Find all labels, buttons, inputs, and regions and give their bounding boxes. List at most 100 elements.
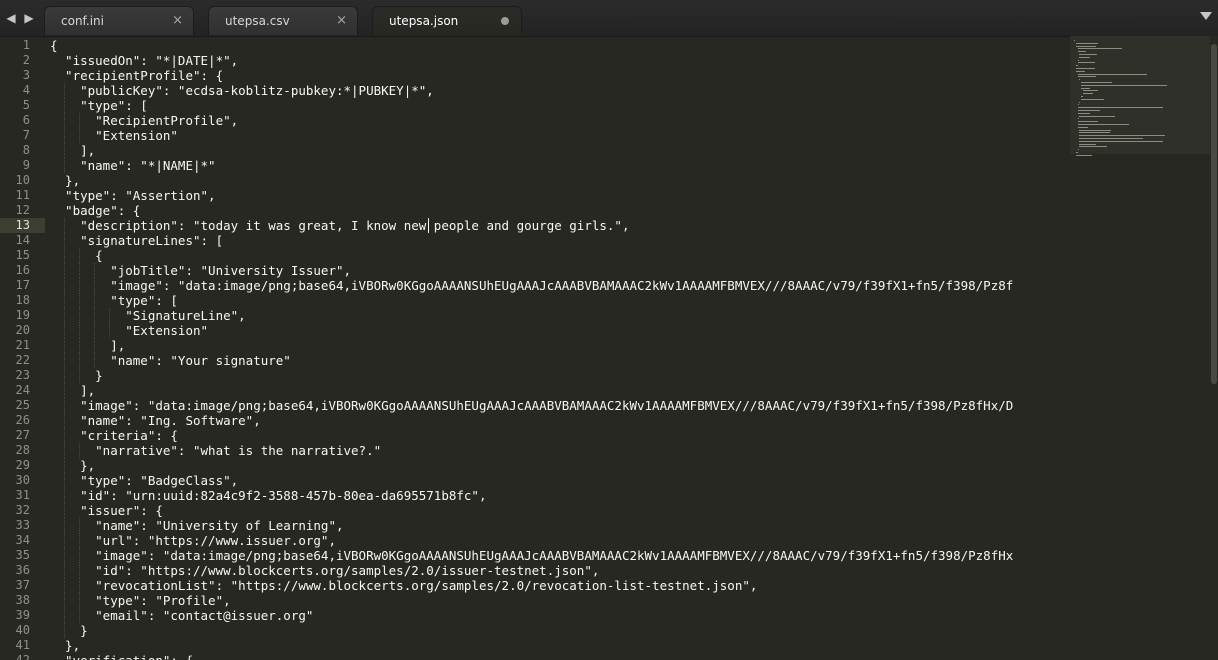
code-line[interactable]: "Extension" bbox=[50, 323, 208, 338]
code-line[interactable]: "url": "https://www.issuer.org", bbox=[50, 533, 336, 548]
indent-guide bbox=[64, 608, 66, 623]
minimap[interactable] bbox=[1070, 36, 1210, 660]
line-number: 16 bbox=[15, 263, 30, 277]
code-line[interactable]: "issuer": { bbox=[50, 503, 163, 518]
indent-guide bbox=[64, 623, 66, 638]
back-arrow-icon[interactable]: ◀ bbox=[4, 8, 18, 28]
vertical-scrollbar[interactable] bbox=[1210, 36, 1218, 660]
indent-guide bbox=[64, 533, 66, 548]
tab-list: conf.ini × utepsa.csv × utepsa.json bbox=[44, 6, 536, 36]
indent-guide bbox=[79, 593, 81, 608]
code-line[interactable]: "type": "Assertion", bbox=[50, 188, 216, 203]
indent-guide bbox=[79, 263, 81, 278]
unsaved-dot-icon[interactable] bbox=[501, 17, 509, 25]
code-area[interactable]: { "issuedOn": "*|DATE|*", "recipientProf… bbox=[50, 36, 1070, 660]
code-line[interactable]: }, bbox=[50, 173, 80, 188]
code-line[interactable]: "id": "urn:uuid:82a4c9f2-3588-457b-80ea-… bbox=[50, 488, 486, 503]
minimap-line bbox=[1079, 56, 1090, 58]
minimap-line bbox=[1079, 132, 1110, 134]
minimap-line bbox=[1079, 138, 1144, 139]
tab-list-dropdown-icon[interactable] bbox=[1200, 12, 1212, 20]
indent-guide bbox=[64, 143, 66, 158]
indent-guide bbox=[64, 113, 66, 128]
line-number: 19 bbox=[15, 308, 30, 322]
code-line[interactable]: "image": "data:image/png;base64,iVBORw0K… bbox=[50, 278, 1013, 293]
indent-guide bbox=[64, 83, 66, 98]
minimap-line bbox=[1075, 45, 1096, 47]
code-line[interactable]: "type": "BadgeClass", bbox=[50, 473, 238, 488]
code-line[interactable]: "publicKey": "ecdsa-koblitz-pubkey:*|PUB… bbox=[50, 83, 434, 98]
tab-label: utepsa.json bbox=[389, 14, 459, 28]
indent-guide bbox=[64, 458, 66, 473]
line-number: 20 bbox=[15, 323, 30, 337]
tab-label: utepsa.csv bbox=[225, 14, 290, 28]
code-line[interactable]: "name": "Your signature" bbox=[50, 353, 291, 368]
line-number: 22 bbox=[15, 353, 30, 367]
indent-guide bbox=[79, 548, 81, 563]
tab-2[interactable]: utepsa.json bbox=[372, 6, 522, 35]
indent-guide bbox=[64, 503, 66, 518]
minimap-line bbox=[1081, 87, 1090, 89]
code-line[interactable]: "verification": { bbox=[50, 653, 193, 660]
code-line[interactable]: "revocationList": "https://www.blockcert… bbox=[50, 578, 757, 593]
line-number: 38 bbox=[15, 593, 30, 607]
code-line[interactable]: "recipientProfile": { bbox=[50, 68, 223, 83]
code-line[interactable]: "image": "data:image/png;base64,iVBORw0K… bbox=[50, 548, 1013, 563]
code-line[interactable]: "name": "*|NAME|*" bbox=[50, 158, 215, 173]
minimap-line bbox=[1077, 110, 1101, 111]
line-number: 14 bbox=[15, 233, 30, 247]
code-line[interactable]: { bbox=[50, 38, 58, 53]
code-line[interactable]: "name": "Ing. Software", bbox=[50, 413, 261, 428]
code-line[interactable]: }, bbox=[50, 458, 95, 473]
close-tab-icon[interactable]: × bbox=[336, 13, 347, 29]
indent-guide bbox=[64, 233, 66, 248]
line-number: 30 bbox=[15, 473, 30, 487]
indent-guide bbox=[64, 368, 66, 383]
code-line[interactable]: "criteria": { bbox=[50, 428, 178, 443]
line-number: 18 bbox=[15, 293, 30, 307]
indent-guide bbox=[64, 578, 66, 593]
tab-nav-arrows: ◀ ▶ bbox=[4, 8, 36, 28]
line-number: 17 bbox=[15, 278, 30, 292]
code-line[interactable]: } bbox=[50, 368, 103, 383]
code-line[interactable]: "name": "University of Learning", bbox=[50, 518, 343, 533]
line-number: 23 bbox=[15, 368, 30, 382]
close-tab-icon[interactable]: × bbox=[172, 13, 183, 29]
code-line[interactable]: "type": [ bbox=[50, 293, 178, 308]
code-line[interactable]: ], bbox=[50, 383, 95, 398]
tab-0[interactable]: conf.ini × bbox=[44, 6, 194, 35]
code-line[interactable]: "image": "data:image/png;base64,iVBORw0K… bbox=[50, 398, 1013, 413]
minimap-line bbox=[1079, 146, 1107, 148]
code-line[interactable]: ], bbox=[50, 338, 125, 353]
code-line[interactable]: "Extension" bbox=[50, 128, 178, 143]
indent-guide bbox=[64, 308, 66, 323]
indent-guide bbox=[79, 368, 81, 383]
code-line[interactable]: "description": "today it was great, I kn… bbox=[50, 218, 629, 233]
code-line[interactable]: "type": "Profile", bbox=[50, 593, 230, 608]
indent-guide bbox=[64, 518, 66, 533]
code-line[interactable]: { bbox=[50, 248, 103, 263]
indent-guide bbox=[64, 413, 66, 428]
code-editor[interactable]: 1 2 3 4 5 6 7 8 9 10 11 12 13 14 15 16 17 18 19 20 21 22 23 24 2… bbox=[0, 36, 1070, 660]
minimap-line bbox=[1081, 96, 1084, 97]
tab-1[interactable]: utepsa.csv × bbox=[208, 6, 358, 35]
code-line[interactable]: ], bbox=[50, 143, 95, 158]
indent-guide bbox=[79, 443, 81, 458]
code-line[interactable]: "narrative": "what is the narrative?." bbox=[50, 443, 381, 458]
code-line[interactable]: "badge": { bbox=[50, 203, 140, 218]
indent-guide bbox=[79, 533, 81, 548]
minimap-line bbox=[1077, 107, 1164, 109]
code-line[interactable]: }, bbox=[50, 638, 80, 653]
code-line[interactable]: "signatureLines": [ bbox=[50, 233, 223, 248]
line-number: 34 bbox=[15, 533, 30, 547]
code-line[interactable]: "id": "https://www.blockcerts.org/sample… bbox=[50, 563, 599, 578]
minimap-line bbox=[1077, 149, 1079, 151]
forward-arrow-icon[interactable]: ▶ bbox=[22, 8, 36, 28]
code-line[interactable]: "email": "contact@issuer.org" bbox=[50, 608, 313, 623]
code-line[interactable]: "issuedOn": "*|DATE|*", bbox=[50, 53, 238, 68]
scrollbar-thumb[interactable] bbox=[1211, 44, 1217, 384]
line-number: 3 bbox=[22, 68, 30, 82]
code-line[interactable]: } bbox=[50, 623, 88, 638]
indent-guide bbox=[64, 263, 66, 278]
line-number: 2 bbox=[22, 53, 30, 67]
